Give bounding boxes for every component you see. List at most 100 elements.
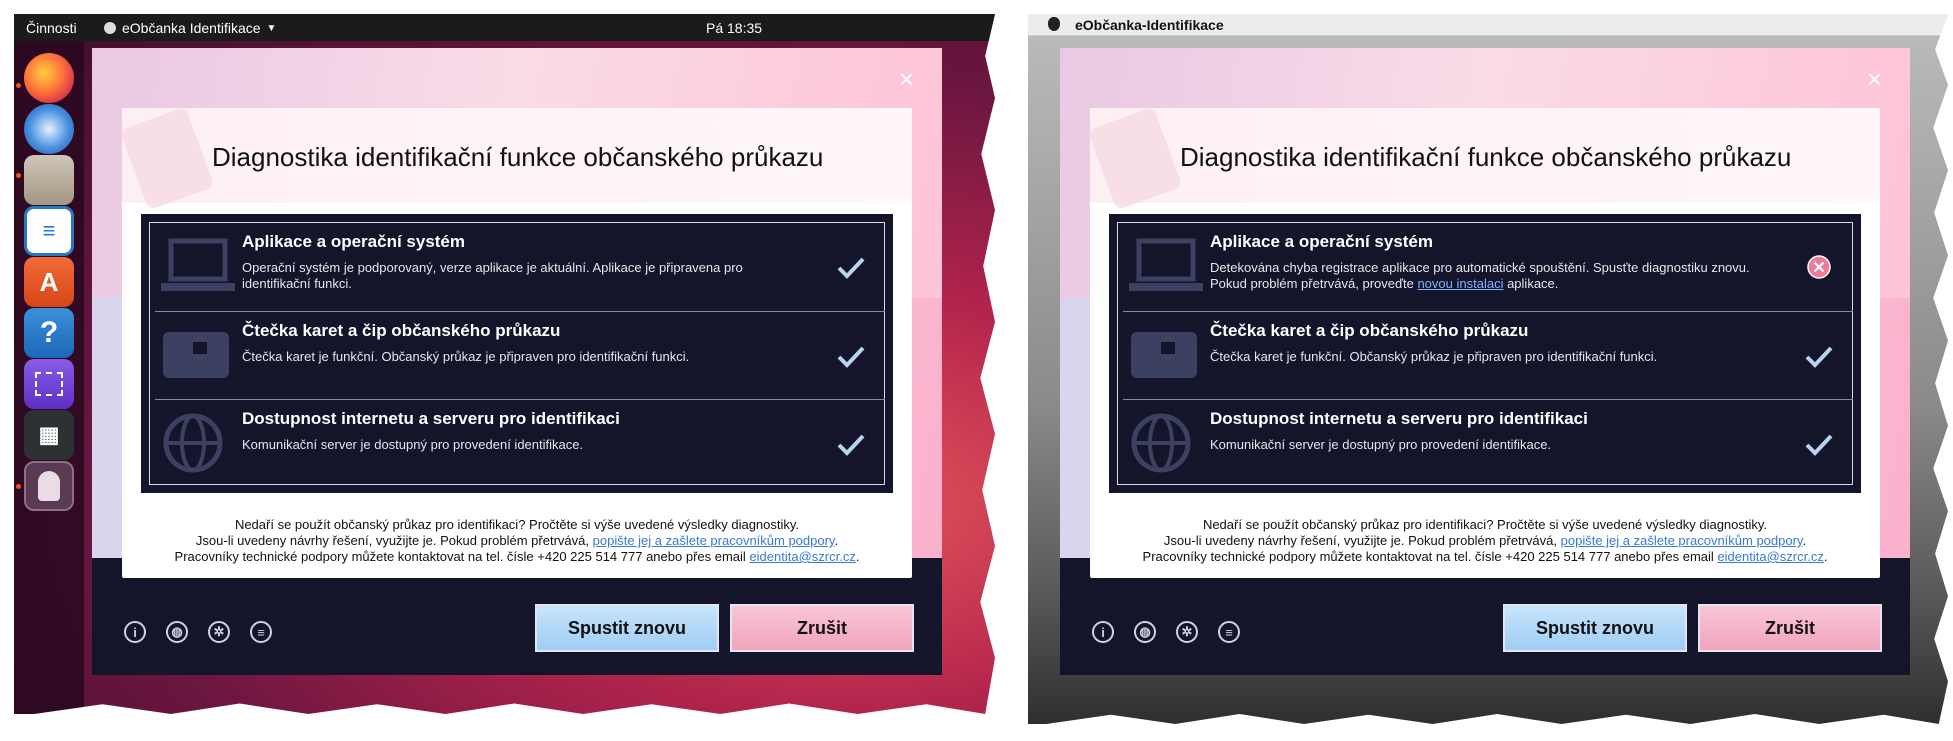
laptop-icon [1129, 238, 1203, 291]
decoration-shape [1087, 106, 1183, 211]
settings-icon[interactable]: ✲ [1176, 621, 1198, 643]
help-line-2: Jsou-li uvedeny návrhy řešení, využijte … [122, 533, 912, 549]
help-icon[interactable]: ? [24, 308, 74, 358]
writer-icon[interactable]: ≡ [24, 206, 74, 256]
email-link[interactable]: eidentita@szrcr.cz [749, 549, 855, 564]
row-text: Čtečka karet je funkční. Občanský průkaz… [1210, 349, 1658, 364]
card-header: Diagnostika identifikační funkce občansk… [1087, 106, 1880, 211]
row-text: Čtečka karet je funkční. Občanský průkaz… [242, 349, 690, 364]
help-line-3-end: . [855, 549, 860, 564]
diagnostic-dialog: × Diagnostika identifikační funkce občan… [92, 48, 942, 675]
running-indicator [16, 484, 21, 489]
page-title: Diagnostika identifikační funkce občansk… [212, 142, 824, 172]
cancel-button[interactable]: Zrušit [1698, 604, 1882, 652]
close-icon[interactable]: × [1867, 66, 1882, 92]
close-icon[interactable]: × [899, 66, 914, 92]
chat-icon[interactable]: ≡ [1218, 621, 1240, 643]
globe-icon [1131, 413, 1191, 473]
thunderbird-icon[interactable] [24, 104, 74, 154]
running-indicator [16, 83, 21, 88]
app-menu-label: eObčanka Identifikace [122, 20, 261, 36]
ubuntu-top-bar: Činnosti eObčanka Identifikace ▼ Pá 18:3… [14, 14, 995, 41]
chat-icon[interactable]: ≡ [250, 621, 272, 643]
decoration-shape [119, 106, 215, 211]
help-line-2-text: Jsou-li uvedeny návrhy řešení, využijte … [1163, 533, 1557, 548]
laptop-icon [161, 238, 235, 291]
row-title: Aplikace a operační systém [242, 232, 466, 251]
help-line-2-end: . [1802, 533, 1807, 548]
result-row-reader: Čtečka karet a čip občanského průkazu Čt… [1123, 311, 1853, 399]
row-text: Detekována chyba registrace aplikace pro… [1210, 260, 1770, 292]
help-line-2-text: Jsou-li uvedeny návrhy řešení, využijte … [195, 533, 589, 548]
help-line-3-text: Pracovníky technické podpory můžete kont… [174, 549, 746, 564]
help-line-1: Nedaří se použít občanský průkaz pro ide… [1202, 517, 1768, 532]
mac-app-name[interactable]: eObčanka-Identifikace [1075, 17, 1224, 33]
firefox-icon[interactable] [24, 53, 74, 103]
result-row-internet: Dostupnost internetu a serveru pro ident… [155, 399, 885, 487]
row-title: Dostupnost internetu a serveru pro ident… [1210, 409, 1588, 428]
diagnostic-results: Aplikace a operační systém Detekována ch… [1110, 215, 1860, 492]
error-text-end: aplikace. [1507, 276, 1559, 291]
row-title: Aplikace a operační systém [1210, 232, 1434, 251]
help-line-3-end: . [1823, 549, 1828, 564]
support-link[interactable]: popište jej a zašlete pracovníkům podpor… [593, 533, 835, 548]
row-title: Dostupnost internetu a serveru pro ident… [242, 409, 620, 428]
result-row-reader: Čtečka karet a čip občanského průkazu Čt… [155, 311, 885, 399]
diagnostic-card: Diagnostika identifikační funkce občansk… [119, 106, 912, 578]
checkmark-icon [1805, 434, 1833, 456]
mac-menu-bar: eObčanka-Identifikace [1028, 14, 1948, 36]
diagnostic-results: Aplikace a operační systém Operační syst… [142, 215, 892, 492]
result-row-internet: Dostupnost internetu a serveru pro ident… [1123, 399, 1853, 487]
support-link[interactable]: popište jej a zašlete pracovníkům podpor… [1561, 533, 1803, 548]
eobcanka-icon[interactable] [24, 461, 74, 511]
cancel-button[interactable]: Zrušit [730, 604, 914, 652]
apple-icon[interactable] [1048, 17, 1060, 31]
clock[interactable]: Pá 18:35 [706, 20, 762, 36]
app-menu[interactable]: eObčanka Identifikace ▼ [104, 20, 276, 36]
globe-icon [163, 413, 223, 473]
error-icon [1807, 255, 1831, 279]
settings-icon[interactable]: ✲ [208, 621, 230, 643]
globe-icon[interactable]: ◍ [166, 621, 188, 643]
row-text: Komunikační server je dostupný pro prove… [242, 437, 584, 452]
reinstall-link[interactable]: novou instalaci [1417, 276, 1503, 291]
globe-icon[interactable]: ◍ [1134, 621, 1156, 643]
email-link[interactable]: eidentita@szrcr.cz [1717, 549, 1823, 564]
diagnostic-card: Diagnostika identifikační funkce občansk… [1087, 106, 1880, 578]
help-line-2-end: . [834, 533, 839, 548]
row-title: Čtečka karet a čip občanského průkazu [1210, 321, 1529, 340]
checkmark-icon [837, 346, 865, 368]
ubuntu-dock: ≡ A ? ▦ [14, 41, 84, 714]
running-indicator [16, 173, 21, 178]
row-text: Operační systém je podporovaný, verze ap… [242, 260, 743, 291]
chevron-down-icon: ▼ [266, 22, 277, 34]
help-line-3-text: Pracovníky technické podpory můžete kont… [1142, 549, 1714, 564]
bottom-icon-bar: i ◍ ✲ ≡ [1092, 621, 1240, 643]
files-icon[interactable] [24, 155, 74, 205]
help-line-3: Pracovníky technické podpory můžete kont… [122, 549, 912, 565]
row-title: Čtečka karet a čip občanského průkazu [242, 321, 561, 340]
help-text: Nedaří se použít občanský průkaz pro ide… [1090, 517, 1880, 565]
card-header: Diagnostika identifikační funkce občansk… [119, 106, 912, 211]
card-reader-icon [1131, 332, 1197, 378]
screenshot-icon[interactable] [24, 359, 74, 409]
app-person-icon [104, 22, 116, 34]
info-icon[interactable]: i [1092, 621, 1114, 643]
retry-button[interactable]: Spustit znovu [535, 604, 719, 652]
help-line-3: Pracovníky technické podpory můžete kont… [1090, 549, 1880, 565]
retry-button[interactable]: Spustit znovu [1503, 604, 1687, 652]
row-text: Komunikační server je dostupný pro prove… [1210, 437, 1552, 452]
help-line-2: Jsou-li uvedeny návrhy řešení, využijte … [1090, 533, 1880, 549]
checkmark-icon [837, 434, 865, 456]
macos-screenshot: eObčanka-Identifikace × Diagnostika iden… [1020, 0, 1953, 741]
help-line-1: Nedaří se použít občanský průkaz pro ide… [234, 517, 800, 532]
info-icon[interactable]: i [124, 621, 146, 643]
video-icon[interactable]: ▦ [24, 410, 74, 460]
software-icon[interactable]: A [24, 257, 74, 307]
ubuntu-screenshot: Činnosti eObčanka Identifikace ▼ Pá 18:3… [0, 0, 1000, 741]
page-title: Diagnostika identifikační funkce občansk… [1180, 142, 1792, 172]
bottom-icon-bar: i ◍ ✲ ≡ [124, 621, 272, 643]
activities-button[interactable]: Činnosti [26, 20, 77, 36]
diagnostic-results-frame: Aplikace a operační systém Detekována ch… [1117, 222, 1853, 485]
help-text: Nedaří se použít občanský průkaz pro ide… [122, 517, 912, 565]
